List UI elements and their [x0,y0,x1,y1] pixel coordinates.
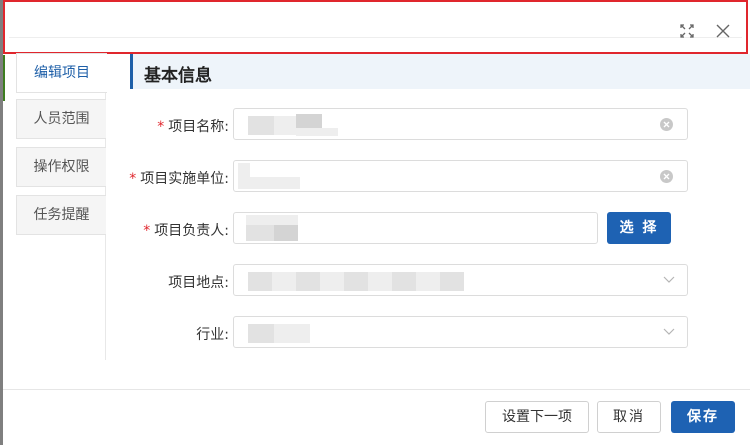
left-tab-nav: 编辑项目 人员范围 操作权限 任务提醒 [3,53,107,360]
redacted-text [368,272,392,291]
implementing-unit-input[interactable] [233,160,688,192]
section-header: 基本信息 [130,54,750,89]
required-mark: * [157,119,165,135]
redacted-text [246,215,274,225]
titlebar-divider [9,37,742,38]
close-button[interactable] [712,20,734,42]
clear-icon[interactable] [660,118,673,131]
tab-task-reminder[interactable]: 任务提醒 [16,195,106,235]
redacted-text [392,272,416,291]
background-strip [3,55,5,101]
maximize-button[interactable] [676,20,698,42]
chevron-down-icon[interactable] [663,276,675,284]
save-button[interactable]: 保存 [671,401,735,433]
redacted-text [272,272,296,291]
row-industry: 行业: [106,316,750,350]
dialog-titlebar [3,0,748,54]
redacted-text [238,177,300,189]
tab-edit-project[interactable]: 编辑项目 [16,53,107,93]
redacted-text [440,272,464,291]
industry-label: 行业: [196,327,229,343]
row-project-lead: * 项目负责人: 选 择 [106,212,750,246]
project-name-input[interactable] [233,108,688,140]
maximize-icon [680,24,694,38]
redacted-text [248,116,274,135]
location-select[interactable] [233,264,688,296]
select-lead-button[interactable]: 选 择 [607,212,671,244]
redacted-text [274,324,310,343]
footer-divider [3,389,750,390]
redacted-text [274,225,298,241]
redacted-text [296,272,320,291]
location-label: 项目地点: [168,275,229,291]
implementing-unit-label: * 项目实施单位: [129,171,229,187]
row-project-name: * 项目名称: [106,108,750,142]
redacted-text [248,272,272,291]
project-name-label: * 项目名称: [157,119,229,135]
required-mark: * [143,223,151,239]
clear-icon[interactable] [660,170,673,183]
redacted-text [238,163,250,177]
redacted-text [274,215,298,225]
redacted-text [296,128,338,136]
project-lead-label: * 项目负责人: [143,223,229,239]
section-title: 基本信息 [144,66,212,86]
redacted-text [246,225,274,241]
required-mark: * [129,171,137,187]
row-location: 项目地点: [106,264,750,298]
chevron-down-icon[interactable] [663,328,675,336]
row-implementing-unit: * 项目实施单位: [106,160,750,194]
tab-personnel-scope[interactable]: 人员范围 [16,99,106,139]
redacted-text [274,116,296,135]
cancel-button[interactable]: 取消 [597,401,661,433]
close-icon [716,24,730,38]
redacted-text [320,272,344,291]
edit-project-dialog: 编辑项目 人员范围 操作权限 任务提醒 基本信息 * 项目名称: * 项目实施单位: [3,0,750,445]
tab-operation-permissions[interactable]: 操作权限 [16,147,106,187]
project-lead-input[interactable] [233,212,598,244]
redacted-text [296,114,322,128]
redacted-text [248,324,274,343]
redacted-text [344,272,368,291]
set-next-item-button[interactable]: 设置下一项 [485,401,589,433]
redacted-text [416,272,440,291]
industry-select[interactable] [233,316,688,348]
